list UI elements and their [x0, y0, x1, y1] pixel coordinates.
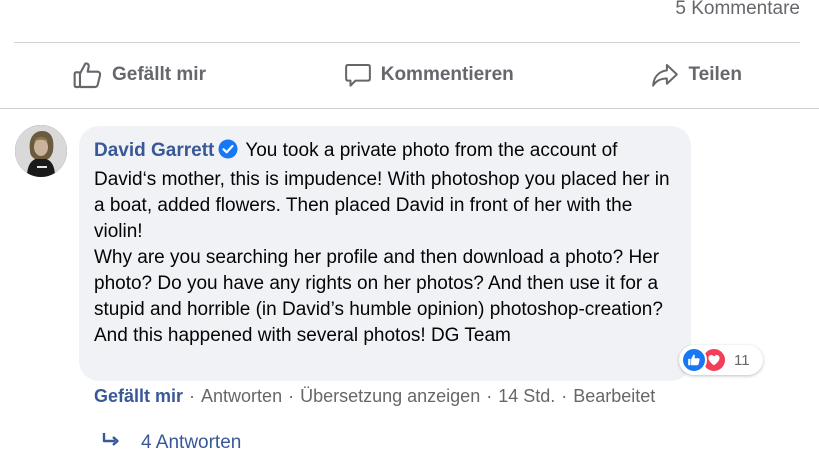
share-label: Teilen [688, 64, 742, 85]
like-button[interactable]: Gefällt mir [14, 59, 264, 91]
comment-meta: Gefällt mir · Antworten · Übersetzung an… [94, 386, 655, 407]
thumbs-up-icon [72, 59, 104, 91]
comment-author[interactable]: David Garrett [94, 140, 214, 161]
separator: · [486, 386, 493, 406]
separator: · [288, 386, 295, 406]
comment-like-link[interactable]: Gefällt mir [94, 386, 183, 407]
comment-timestamp[interactable]: 14 Std. [498, 386, 555, 407]
divider [0, 108, 819, 109]
comment-bubble: David Garrett You took a private photo f… [79, 126, 691, 381]
comment-button[interactable]: Kommentieren [285, 60, 572, 90]
share-arrow-icon [650, 60, 680, 90]
comment-bubble-icon [343, 60, 373, 90]
like-reaction-icon [681, 347, 707, 373]
reaction-count: 11 [734, 351, 750, 369]
replies-label: 4 Antworten [141, 432, 242, 453]
verified-badge-icon [218, 139, 238, 167]
comment-count[interactable]: 5 Kommentare [675, 0, 800, 20]
separator: · [561, 386, 568, 406]
share-button[interactable]: Teilen [592, 60, 800, 90]
edited-label[interactable]: Bearbeitet [573, 386, 655, 407]
avatar[interactable] [15, 125, 67, 177]
like-label: Gefällt mir [112, 64, 206, 85]
comment-label: Kommentieren [380, 64, 514, 85]
comment-reply-link[interactable]: Antworten [201, 386, 282, 407]
reply-arrow-icon [101, 432, 121, 454]
separator: · [189, 386, 196, 406]
comment-text: You took a private photo from the accoun… [94, 140, 670, 346]
post-action-bar: Gefällt mir Kommentieren Teilen [14, 44, 800, 106]
view-replies-link[interactable]: 4 Antworten [101, 432, 241, 454]
divider [14, 42, 800, 43]
show-translation-link[interactable]: Übersetzung anzeigen [300, 386, 480, 407]
reaction-summary[interactable]: 11 [679, 345, 763, 375]
